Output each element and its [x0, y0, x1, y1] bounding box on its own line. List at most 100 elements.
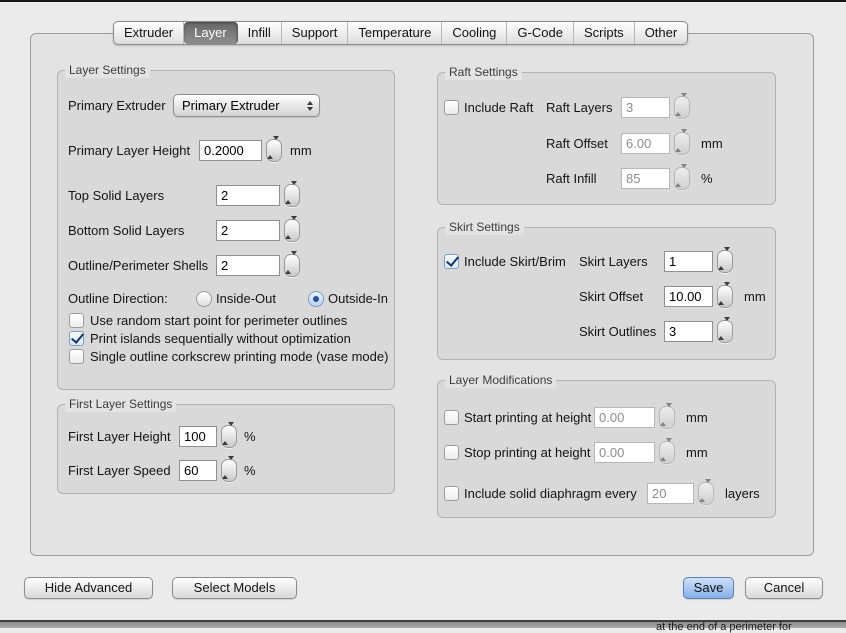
- primary-layer-height-stepper[interactable]: [266, 139, 282, 162]
- first-layer-speed-unit: %: [244, 459, 256, 483]
- primary-extruder-select[interactable]: Primary Extruder: [173, 94, 320, 117]
- raft-offset-label: Raft Offset: [546, 132, 608, 156]
- first-layer-settings-group: First Layer Settings First Layer Height …: [57, 404, 395, 494]
- layer-settings-group: Layer Settings Primary Extruder Primary …: [57, 70, 395, 390]
- outline-direction-radio-outside-in[interactable]: [308, 291, 324, 307]
- skirt-settings-group-title: Skirt Settings: [445, 219, 524, 235]
- stepper-down-icon: [724, 282, 730, 304]
- skirt-outlines-stepper[interactable]: [717, 320, 733, 343]
- stepper-down-icon: [724, 317, 730, 339]
- primary-extruder-label: Primary Extruder: [68, 94, 166, 118]
- bottom-solid-layers-label: Bottom Solid Layers: [68, 219, 184, 243]
- cancel-button[interactable]: Cancel: [745, 577, 823, 599]
- tab-support[interactable]: Support: [282, 22, 349, 44]
- raft-offset-stepper[interactable]: [674, 132, 690, 155]
- start-printing-label: Start printing at height: [464, 406, 591, 430]
- start-printing-checkbox[interactable]: [444, 410, 459, 425]
- outline-direction-inside-out-label: Inside-Out: [216, 287, 276, 311]
- raft-infill-label: Raft Infill: [546, 167, 597, 191]
- outline-perimeter-shells-input[interactable]: [216, 255, 280, 276]
- bottom-solid-layers-input[interactable]: [216, 220, 280, 241]
- first-layer-speed-input[interactable]: [179, 460, 217, 481]
- skirt-layers-input[interactable]: [664, 251, 713, 272]
- save-button[interactable]: Save: [683, 577, 734, 599]
- outline-direction-outside-in-label: Outside-In: [328, 287, 388, 311]
- stepper-down-icon: [666, 438, 672, 460]
- include-skirt-brim-label: Include Skirt/Brim: [464, 250, 566, 274]
- skirt-settings-group: Skirt Settings Include Skirt/Brim Skirt …: [437, 227, 776, 360]
- background-window-clipped-text: at the end of a perimeter for: [656, 621, 792, 633]
- settings-tab-bar: Extruder Layer Infill Support Temperatur…: [113, 21, 688, 45]
- outline-direction-radio-inside-out[interactable]: [196, 291, 212, 307]
- skirt-outlines-input[interactable]: [664, 321, 713, 342]
- vase-mode-label: Single outline corkscrew printing mode (…: [90, 348, 388, 366]
- solid-diaphragm-stepper[interactable]: [698, 482, 714, 505]
- tab-other[interactable]: Other: [635, 22, 688, 44]
- stepper-down-icon: [681, 164, 687, 186]
- first-layer-height-input[interactable]: [179, 426, 217, 447]
- skirt-layers-label: Skirt Layers: [579, 250, 648, 274]
- tab-extruder[interactable]: Extruder: [114, 22, 184, 44]
- outline-perimeter-shells-stepper[interactable]: [284, 254, 300, 277]
- solid-diaphragm-input[interactable]: [647, 483, 694, 504]
- select-models-button[interactable]: Select Models: [172, 577, 297, 599]
- solid-diaphragm-checkbox[interactable]: [444, 486, 459, 501]
- stepper-down-icon: [228, 422, 234, 444]
- stop-printing-height-input[interactable]: [594, 442, 655, 463]
- top-solid-layers-input[interactable]: [216, 185, 280, 206]
- stepper-down-icon: [666, 403, 672, 425]
- first-layer-height-stepper[interactable]: [221, 425, 237, 448]
- raft-offset-unit: mm: [701, 132, 723, 156]
- skirt-offset-label: Skirt Offset: [579, 285, 643, 309]
- raft-settings-group: Raft Settings Include Raft Raft Layers R…: [437, 72, 776, 205]
- vase-mode-checkbox[interactable]: [69, 349, 84, 364]
- tab-scripts[interactable]: Scripts: [574, 22, 635, 44]
- skirt-offset-stepper[interactable]: [717, 285, 733, 308]
- include-raft-checkbox[interactable]: [444, 100, 459, 115]
- outline-perimeter-shells-label: Outline/Perimeter Shells: [68, 254, 208, 278]
- stop-printing-height-stepper[interactable]: [659, 441, 675, 464]
- first-layer-settings-group-title: First Layer Settings: [65, 396, 176, 412]
- skirt-offset-input[interactable]: [664, 286, 713, 307]
- primary-layer-height-label: Primary Layer Height: [68, 139, 190, 163]
- start-printing-unit: mm: [686, 406, 708, 430]
- print-islands-sequentially-checkbox[interactable]: [69, 331, 84, 346]
- start-printing-height-stepper[interactable]: [659, 406, 675, 429]
- random-start-point-checkbox[interactable]: [69, 313, 84, 328]
- skirt-layers-stepper[interactable]: [717, 250, 733, 273]
- tab-temperature[interactable]: Temperature: [348, 22, 442, 44]
- top-solid-layers-label: Top Solid Layers: [68, 184, 164, 208]
- bottom-solid-layers-stepper[interactable]: [284, 219, 300, 242]
- stop-printing-checkbox[interactable]: [444, 445, 459, 460]
- stepper-down-icon: [291, 251, 297, 273]
- stepper-down-icon: [228, 456, 234, 478]
- tab-infill[interactable]: Infill: [238, 22, 282, 44]
- include-raft-label: Include Raft: [464, 96, 533, 120]
- layer-modifications-group: Layer Modifications Start printing at he…: [437, 380, 776, 518]
- solid-diaphragm-label: Include solid diaphragm every: [464, 482, 637, 506]
- random-start-point-label: Use random start point for perimeter out…: [90, 312, 347, 330]
- tab-gcode[interactable]: G-Code: [507, 22, 574, 44]
- stepper-down-icon: [705, 479, 711, 501]
- stop-printing-label: Stop printing at height: [464, 441, 590, 465]
- first-layer-speed-stepper[interactable]: [221, 459, 237, 482]
- raft-infill-unit: %: [701, 167, 713, 191]
- tab-layer[interactable]: Layer: [184, 22, 238, 44]
- primary-layer-height-input[interactable]: [199, 140, 262, 161]
- raft-layers-input[interactable]: [621, 97, 670, 118]
- raft-infill-stepper[interactable]: [674, 167, 690, 190]
- layer-settings-group-title: Layer Settings: [65, 62, 150, 78]
- raft-layers-stepper[interactable]: [674, 96, 690, 119]
- start-printing-height-input[interactable]: [594, 407, 655, 428]
- outline-direction-label: Outline Direction:: [68, 287, 168, 311]
- top-solid-layers-stepper[interactable]: [284, 184, 300, 207]
- raft-offset-input[interactable]: [621, 133, 670, 154]
- stepper-down-icon: [291, 216, 297, 238]
- hide-advanced-button[interactable]: Hide Advanced: [24, 577, 153, 599]
- stepper-down-icon: [291, 181, 297, 203]
- raft-infill-input[interactable]: [621, 168, 670, 189]
- include-skirt-brim-checkbox[interactable]: [444, 254, 459, 269]
- layer-modifications-group-title: Layer Modifications: [445, 372, 556, 388]
- primary-extruder-selected-value: Primary Extruder: [174, 98, 303, 113]
- tab-cooling[interactable]: Cooling: [442, 22, 507, 44]
